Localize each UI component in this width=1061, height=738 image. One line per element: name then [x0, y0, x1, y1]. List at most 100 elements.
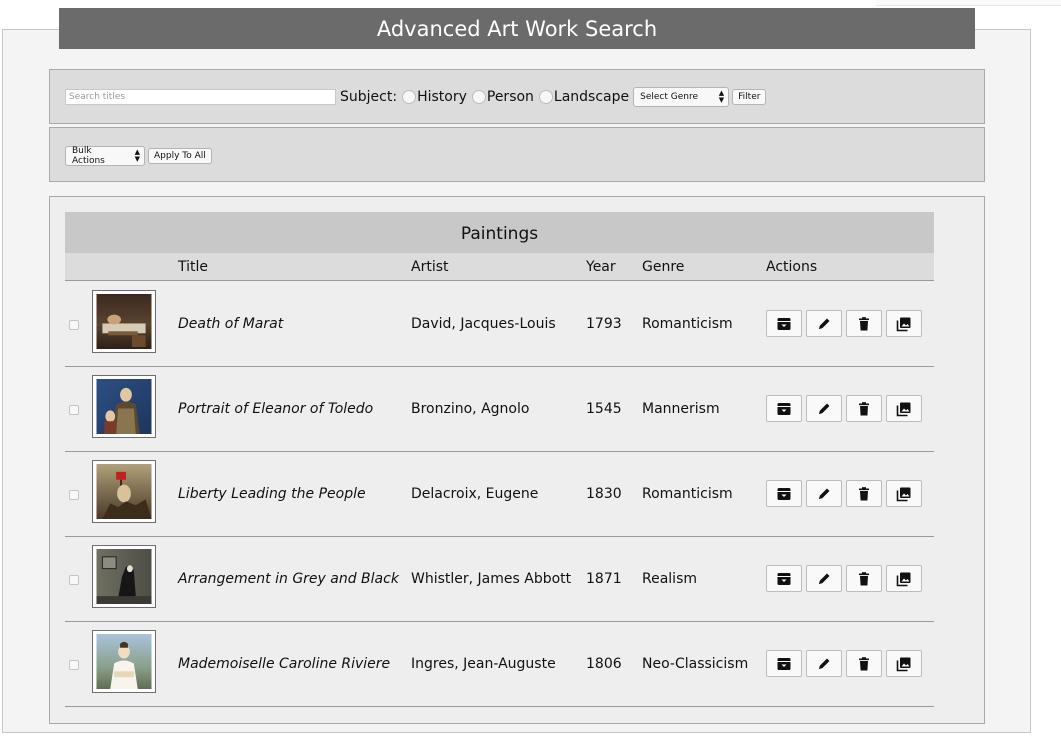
painting-artist: Bronzino, Agnolo — [411, 401, 530, 417]
painting-thumbnail[interactable] — [92, 630, 156, 693]
search-input[interactable] — [65, 89, 336, 105]
painting-year: 1806 — [586, 656, 622, 672]
archive-icon — [776, 486, 792, 502]
subject-label-person: Person — [486, 89, 534, 105]
painting-thumbnail[interactable] — [92, 460, 156, 523]
row-checkbox[interactable] — [69, 660, 79, 670]
image-icon — [896, 656, 912, 672]
edit-icon — [816, 316, 832, 332]
delete-icon — [856, 486, 872, 502]
delete-button[interactable] — [846, 565, 882, 592]
painting-genre: Realism — [642, 571, 698, 587]
edit-button[interactable] — [806, 310, 842, 337]
table-row: Arrangement in Grey and Black Whistler, J… — [65, 537, 934, 622]
painting-genre: Neo-Classicism — [642, 656, 749, 672]
images-button[interactable] — [886, 480, 922, 507]
subject-radio-landscape[interactable] — [538, 90, 553, 104]
edit-button[interactable] — [806, 480, 842, 507]
edit-button[interactable] — [806, 565, 842, 592]
delete-icon — [856, 656, 872, 672]
painting-year: 1793 — [586, 316, 622, 332]
image-icon — [896, 571, 912, 587]
archive-icon — [776, 401, 792, 417]
page-title: Advanced Art Work Search — [59, 8, 975, 49]
edit-button[interactable] — [806, 395, 842, 422]
subject-filter: Subject: History Person Landscape Select… — [340, 86, 767, 108]
painting-artist: Delacroix, Eugene — [411, 486, 539, 502]
delete-button[interactable] — [846, 480, 882, 507]
top-right-strip — [876, 0, 1061, 6]
genre-select-value: Select Genre — [640, 92, 699, 102]
genre-select[interactable]: Select Genre ▲ ▼ — [633, 87, 730, 107]
painting-artist: Ingres, Jean-Auguste — [411, 656, 556, 672]
painting-genre: Romanticism — [642, 486, 733, 502]
bulk-actions-panel: Bulk Actions ▲ ▼ Apply To All — [49, 127, 985, 182]
painting-title: Mademoiselle Caroline Riviere — [178, 656, 391, 672]
delete-button[interactable] — [846, 310, 882, 337]
table-caption: Paintings — [65, 212, 934, 253]
archive-button[interactable] — [766, 650, 802, 677]
images-button[interactable] — [886, 310, 922, 337]
archive-button[interactable] — [766, 480, 802, 507]
table-row: Portrait of Eleanor of Toledo Bronzino, A… — [65, 367, 934, 452]
table-row: Death of Marat David, Jacques-Louis 1793 Ro… — [65, 282, 934, 367]
delete-icon — [856, 401, 872, 417]
edit-button[interactable] — [806, 650, 842, 677]
delete-button[interactable] — [846, 650, 882, 677]
apply-to-all-button[interactable]: Apply To All — [148, 148, 212, 164]
archive-button[interactable] — [766, 565, 802, 592]
filter-button[interactable]: Filter — [732, 89, 767, 105]
images-button[interactable] — [886, 395, 922, 422]
painting-artist: David, Jacques-Louis — [411, 316, 556, 332]
painting-title: Portrait of Eleanor of Toledo — [178, 401, 374, 417]
table-row: Mademoiselle Caroline Riviere Ingres, Jea… — [65, 622, 934, 707]
painting-title: Arrangement in Grey and Black — [178, 571, 399, 587]
archive-icon — [776, 656, 792, 672]
subject-radio-history[interactable] — [402, 90, 417, 104]
archive-button[interactable] — [766, 395, 802, 422]
painting-title: Liberty Leading the People — [178, 486, 366, 502]
archive-icon — [776, 316, 792, 332]
row-checkbox[interactable] — [69, 490, 79, 500]
painting-thumbnail[interactable] — [92, 375, 156, 438]
filter-panel: Subject: History Person Landscape Select… — [49, 69, 985, 124]
subject-label-history: History — [417, 89, 467, 105]
painting-thumbnail[interactable] — [92, 545, 156, 608]
archive-icon — [776, 571, 792, 587]
edit-icon — [816, 486, 832, 502]
delete-icon — [856, 571, 872, 587]
delete-icon — [856, 316, 872, 332]
painting-genre: Romanticism — [642, 316, 733, 332]
painting-genre: Mannerism — [642, 401, 720, 417]
select-arrows-icon: ▲ ▼ — [134, 148, 140, 163]
subject-label: Subject: — [340, 89, 398, 105]
painting-artist: Whistler, James Abbott — [411, 571, 572, 587]
painting-title: Death of Marat — [178, 316, 284, 332]
column-header-artist: Artist — [411, 259, 449, 275]
column-header-genre: Genre — [642, 259, 685, 275]
image-icon — [896, 486, 912, 502]
column-header-actions: Actions — [766, 259, 818, 275]
painting-year: 1830 — [586, 486, 622, 502]
edit-icon — [816, 401, 832, 417]
select-arrows-icon: ▲ ▼ — [718, 89, 725, 104]
bulk-actions-value: Bulk Actions — [72, 146, 105, 166]
column-header-title: Title — [178, 259, 209, 275]
painting-year: 1545 — [586, 401, 622, 417]
bulk-actions-select[interactable]: Bulk Actions ▲ ▼ — [65, 146, 145, 166]
paintings-panel: Paintings Title Artist Year Genre Action… — [49, 196, 985, 724]
edit-icon — [816, 571, 832, 587]
subject-label-landscape: Landscape — [553, 89, 630, 105]
images-button[interactable] — [886, 565, 922, 592]
row-checkbox[interactable] — [69, 575, 79, 585]
row-checkbox[interactable] — [69, 320, 79, 330]
table-row: Liberty Leading the People Delacroix, Eug… — [65, 452, 934, 537]
archive-button[interactable] — [766, 310, 802, 337]
delete-button[interactable] — [846, 395, 882, 422]
image-icon — [896, 316, 912, 332]
subject-radio-person[interactable] — [471, 90, 486, 104]
images-button[interactable] — [886, 650, 922, 677]
painting-thumbnail[interactable] — [92, 290, 156, 353]
table-header: Title Artist Year Genre Actions — [65, 253, 934, 281]
row-checkbox[interactable] — [69, 405, 79, 415]
